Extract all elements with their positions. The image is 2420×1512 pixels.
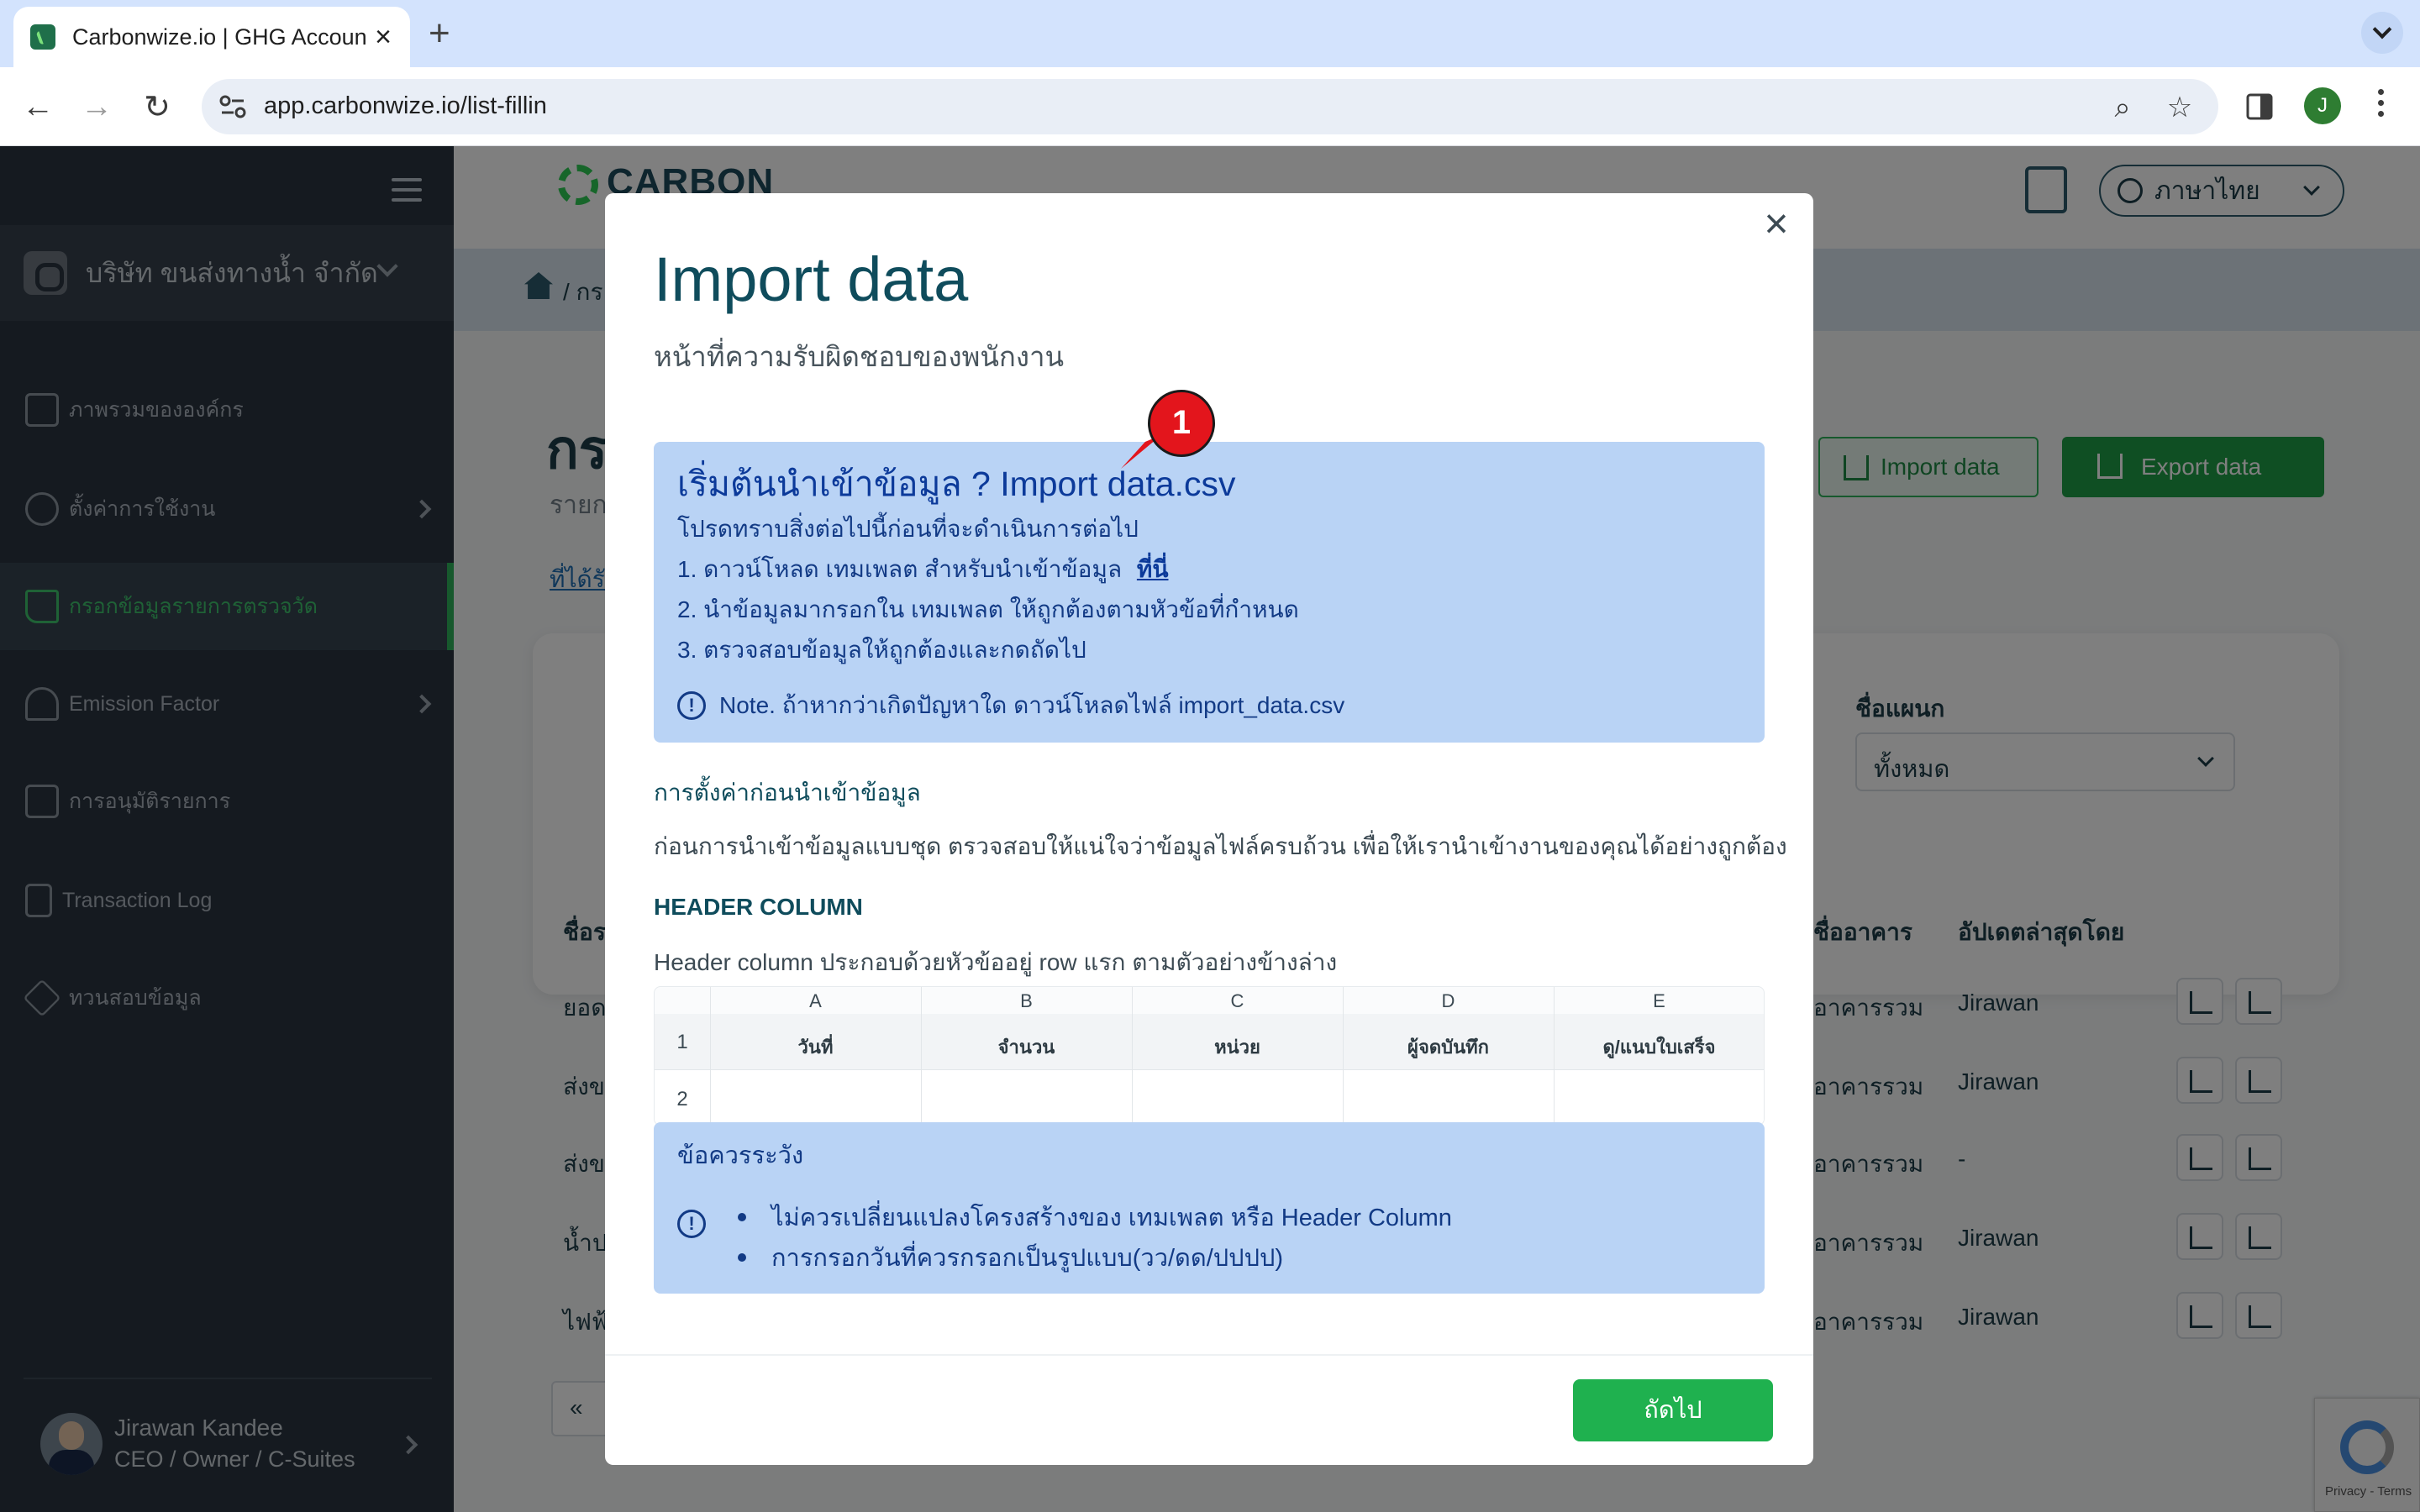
tab-close-icon[interactable]: × <box>375 22 392 52</box>
settings-text: ก่อนการนำเข้าข้อมูลแบบชุด ตรวจสอบให้แน่ใ… <box>654 833 1787 859</box>
instructions-note: ! Note. ถ้าหากว่าเกิดปัญหาใด ดาวน์โหลดไฟ… <box>677 687 1344 724</box>
browser-menu-icon[interactable] <box>2376 89 2385 117</box>
new-tab-button[interactable]: + <box>429 13 450 54</box>
alert-circle-icon: ! <box>677 1210 706 1238</box>
sheet-column-letter: B <box>1020 990 1033 1011</box>
sheet-column-letter: C <box>1230 990 1244 1011</box>
sheet-header-cell: ดู/แนบใบเสร็จ <box>1602 1037 1716 1058</box>
warning-title: ข้อควรระวัง <box>677 1142 804 1169</box>
profile-avatar[interactable]: J <box>2304 87 2341 124</box>
sheet-row-number: 1 <box>676 1031 688 1053</box>
instructions-step-3: 3. ตรวจสอบข้อมูลให้ถูกต้องและกดถัดไป <box>677 637 1086 663</box>
side-panel-icon[interactable] <box>2245 92 2274 121</box>
bookmark-star-icon[interactable]: ☆ <box>2163 91 2196 124</box>
sheet-column-letter: A <box>809 990 822 1011</box>
warning-item: ไม่ควรเปลี่ยนแปลงโครงสร้างของ เทมเพลต หร… <box>738 1198 1452 1236</box>
sheet-row-number: 2 <box>676 1088 688 1110</box>
carbonwize-favicon-icon <box>30 24 55 50</box>
sheet-column-letter: D <box>1441 990 1455 1011</box>
sheet-header-cell: หน่วย <box>1214 1037 1260 1058</box>
modal-title: Import data <box>654 244 969 314</box>
forward-button[interactable]: → <box>76 86 118 128</box>
warning-item: การกรอกวันที่ควรกรอกเป็นรูปแบบ(วว/ดด/ปปป… <box>738 1238 1283 1277</box>
step-marker-badge: 1 <box>1148 390 1215 457</box>
close-icon[interactable]: × <box>1760 202 1793 244</box>
alert-circle-icon: ! <box>677 691 706 720</box>
warning-box: ข้อควรระวัง ! ไม่ควรเปลี่ยนแปลงโครงสร้าง… <box>654 1122 1765 1294</box>
instructions-step-1: 1. ดาวน์โหลด เทมเพลต สำหรับนำเข้าข้อมูล … <box>677 551 1169 588</box>
browser-tab[interactable]: Carbonwize.io | GHG Accoun × <box>13 7 410 67</box>
sheet-header-cell: จำนวน <box>997 1037 1055 1058</box>
next-button[interactable]: ถัดไป <box>1573 1379 1773 1441</box>
sheet-header-cell: ผู้จดบันทึก <box>1407 1037 1489 1058</box>
chevron-down-icon <box>2372 19 2392 39</box>
instructions-step-2: 2. นำข้อมูลมากรอกใน เทมเพลต ให้ถูกต้องตา… <box>677 596 1299 622</box>
app: บริษัท ขนส่งทางน้ำ จำกัด ภาพรวมขององค์กร… <box>0 146 2420 1512</box>
sheet-empty-row <box>655 1069 1764 1125</box>
header-column-text: Header column ประกอบด้วยหัวข้ออยู่ row แ… <box>654 949 1338 975</box>
import-instructions: เริ่มต้นนำเข้าข้อมูล ? Import data.csv โ… <box>654 442 1765 743</box>
address-bar[interactable]: app.carbonwize.io/list-fillin ⌕ ☆ <box>202 79 2218 134</box>
template-download-link[interactable]: ที่นี่ <box>1137 556 1169 582</box>
back-button[interactable]: ← <box>17 86 59 128</box>
url-text: app.carbonwize.io/list-fillin <box>264 92 547 119</box>
header-column-sheet: A B C D E 1 2 วันที่ จำนวน หน่วย ผู้จดบั… <box>654 986 1765 1126</box>
browser-tab-strip: Carbonwize.io | GHG Accoun × + <box>0 0 2420 67</box>
sheet-column-letter: E <box>1653 990 1665 1011</box>
modal-subtitle: หน้าที่ความรับผิดชอบของพนักงาน <box>654 341 1065 372</box>
tab-title: Carbonwize.io | GHG Accoun <box>72 24 367 50</box>
browser-toolbar: ← → ↻ app.carbonwize.io/list-fillin ⌕ ☆ … <box>0 67 2420 146</box>
site-settings-icon[interactable] <box>217 91 249 123</box>
instructions-title: เริ่มต้นนำเข้าข้อมูล ? Import data.csv <box>677 465 1236 503</box>
tab-search-button[interactable] <box>2361 12 2403 54</box>
settings-title: การตั้งค่าก่อนนำเข้าข้อมูล <box>654 780 921 806</box>
instructions-intro: โปรดทราบสิ่งต่อไปนี้ก่อนที่จะดำเนินการต่… <box>677 516 1139 542</box>
reload-button[interactable]: ↻ <box>136 86 178 128</box>
step-1-text: 1. ดาวน์โหลด เทมเพลต สำหรับนำเข้าข้อมูล <box>677 556 1123 582</box>
note-text: Note. ถ้าหากว่าเกิดปัญหาใด ดาวน์โหลดไฟล์… <box>719 692 1345 718</box>
sheet-header-cell: วันที่ <box>797 1037 834 1058</box>
modal-footer-divider <box>605 1354 1813 1356</box>
zoom-icon[interactable]: ⌕ <box>2106 91 2139 124</box>
header-column-title: HEADER COLUMN <box>654 894 863 920</box>
